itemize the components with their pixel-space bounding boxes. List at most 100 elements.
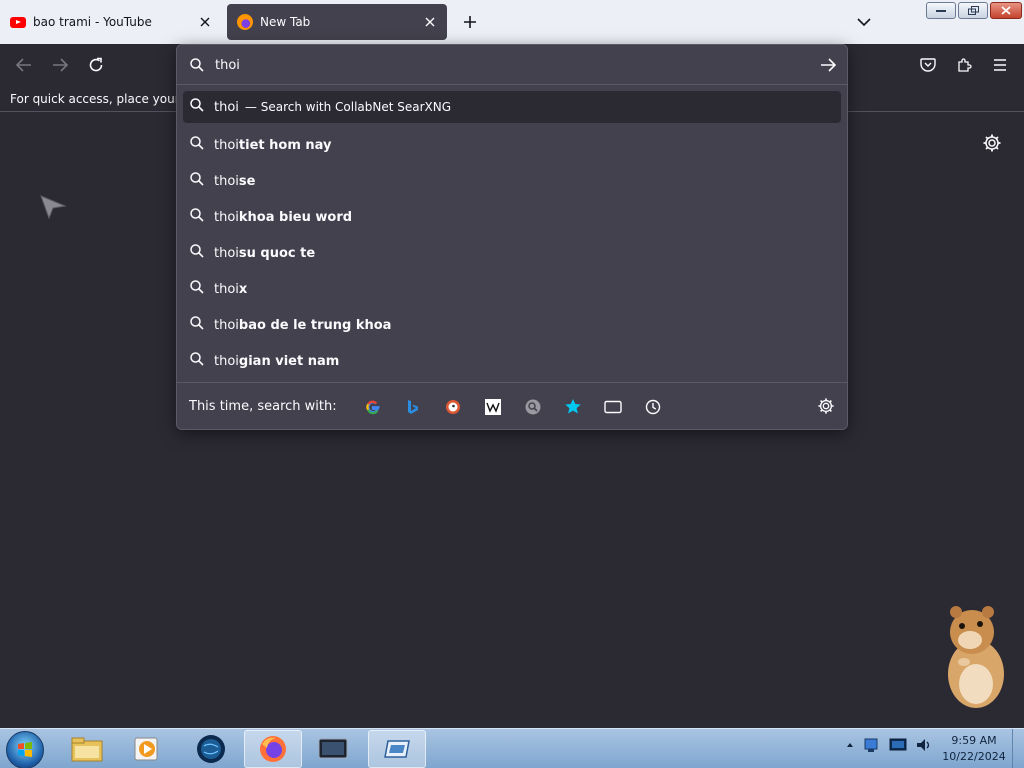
show-desktop-button[interactable] <box>1012 729 1024 768</box>
suggestion-prefix: thoi <box>214 317 239 333</box>
engine-bing-button[interactable] <box>393 393 433 421</box>
media-player-icon <box>134 737 158 761</box>
extensions-button[interactable] <box>952 53 976 77</box>
taskbar-terminal[interactable] <box>304 730 362 768</box>
wikipedia-icon <box>484 398 501 415</box>
suggestion-prefix: thoi <box>214 137 239 153</box>
pocket-button[interactable] <box>916 53 940 77</box>
minimize-icon <box>936 9 946 12</box>
search-icon <box>190 244 204 262</box>
taskbar-firefox[interactable] <box>244 730 302 768</box>
suggestion-row[interactable]: thoi se <box>183 163 841 199</box>
engine-wikipedia-button[interactable] <box>473 393 513 421</box>
restore-button[interactable] <box>958 2 988 19</box>
arrow-left-icon <box>16 58 31 72</box>
urlbar <box>177 45 847 85</box>
forward-button[interactable] <box>48 53 72 77</box>
system-tray <box>845 737 933 753</box>
new-tab-settings-button[interactable] <box>982 133 1004 155</box>
suggestion-row[interactable]: thoi — Search with CollabNet SearXNG <box>183 91 841 123</box>
tabs-search-button[interactable] <box>593 393 633 421</box>
monitor-icon[interactable] <box>889 737 907 753</box>
search-icon <box>190 316 204 334</box>
close-window-button[interactable] <box>990 2 1022 19</box>
suggestion-completion: gian viet nam <box>238 353 340 369</box>
search-icon <box>190 57 204 76</box>
list-all-tabs-button[interactable] <box>852 10 876 34</box>
reload-button[interactable] <box>84 53 108 77</box>
one-off-search-bar: This time, search with: <box>177 382 847 430</box>
chevron-down-icon <box>857 18 871 27</box>
suggestion-row[interactable]: thoi bao de le trung khoa <box>183 307 841 343</box>
searxng-icon <box>525 399 541 414</box>
suggestion-row[interactable]: thoi su quoc te <box>183 235 841 271</box>
network-icon[interactable] <box>863 737 881 753</box>
gear-icon <box>818 398 834 414</box>
bookmarks-hint: For quick access, place your bookmarks h… <box>10 92 178 106</box>
app-menu-button[interactable] <box>988 53 1012 77</box>
remote-icon <box>384 740 410 758</box>
taskbar-remote[interactable] <box>368 730 426 768</box>
search-icon <box>190 172 204 190</box>
suggestion-completion: tiet hom nay <box>238 137 332 153</box>
engine-searxng-button[interactable] <box>513 393 553 421</box>
tabs-icon <box>603 400 622 413</box>
go-button[interactable] <box>817 55 839 75</box>
terminal-icon <box>318 738 348 759</box>
tab-new-tab[interactable]: New Tab <box>227 4 447 40</box>
start-button[interactable] <box>6 731 44 768</box>
chevron-up-icon[interactable] <box>845 741 855 749</box>
suggestion-row[interactable]: thoi tiet hom nay <box>183 127 841 163</box>
search-settings-button[interactable] <box>817 397 835 419</box>
hamburger-menu-icon <box>994 59 1006 71</box>
tab-close-button[interactable] <box>194 11 216 33</box>
history-search-button[interactable] <box>633 393 673 421</box>
engine-google-button[interactable] <box>353 393 393 421</box>
suggestion-prefix: thoi <box>214 353 239 369</box>
firefox-icon <box>260 736 286 762</box>
suggestion-completion: su quoc te <box>238 245 316 261</box>
window-controls <box>926 2 1022 19</box>
clock-date: 10/22/2024 <box>942 750 1006 763</box>
youtube-icon <box>10 16 26 28</box>
taskbar-globe[interactable] <box>182 730 240 768</box>
search-icon <box>190 352 204 370</box>
suggestion-row[interactable]: thoi gian viet nam <box>183 343 841 379</box>
engine-duckduckgo-button[interactable] <box>433 393 473 421</box>
back-button[interactable] <box>12 53 36 77</box>
volume-icon[interactable] <box>915 737 933 753</box>
new-tab-button[interactable] <box>458 10 482 34</box>
suggestion-prefix: thoi <box>214 245 239 261</box>
suggestion-row[interactable]: thoi x <box>183 271 841 307</box>
firefox-icon <box>237 14 253 30</box>
clock[interactable]: 9:59 AM 10/22/2024 <box>938 733 1010 765</box>
suggestion-row[interactable]: thoi khoa bieu word <box>183 199 841 235</box>
tab-label: bao trami - YouTube <box>33 15 152 29</box>
pocket-icon <box>920 57 936 72</box>
close-icon <box>200 17 210 27</box>
reload-icon <box>89 57 103 72</box>
bookmarks-search-button[interactable] <box>553 393 593 421</box>
gear-icon <box>983 134 1001 152</box>
history-icon <box>645 399 660 414</box>
taskbar-explorer[interactable] <box>58 730 116 768</box>
suggestion-completion: x <box>238 281 248 297</box>
suggestion-prefix: thoi <box>214 281 239 297</box>
minimize-button[interactable] <box>926 2 956 19</box>
tab-close-button[interactable] <box>419 11 441 33</box>
tab-youtube[interactable]: bao trami - YouTube <box>0 4 222 40</box>
hamster-sticker <box>940 604 1010 710</box>
hamster-image <box>948 606 1004 708</box>
taskbar: 9:59 AM 10/22/2024 <box>0 728 1024 768</box>
suggestion-prefix: thoi <box>214 209 239 225</box>
taskbar-media-player[interactable] <box>118 730 176 768</box>
search-icon <box>190 98 204 116</box>
urlbar-input[interactable] <box>215 55 795 75</box>
bing-icon <box>407 399 418 414</box>
arrow-right-icon <box>821 58 836 72</box>
cursor-arrow-icon <box>40 195 67 220</box>
search-icon <box>190 136 204 154</box>
tab-label: New Tab <box>260 15 311 29</box>
bookmarks-icon <box>564 399 581 414</box>
windows-logo-icon <box>18 742 32 757</box>
